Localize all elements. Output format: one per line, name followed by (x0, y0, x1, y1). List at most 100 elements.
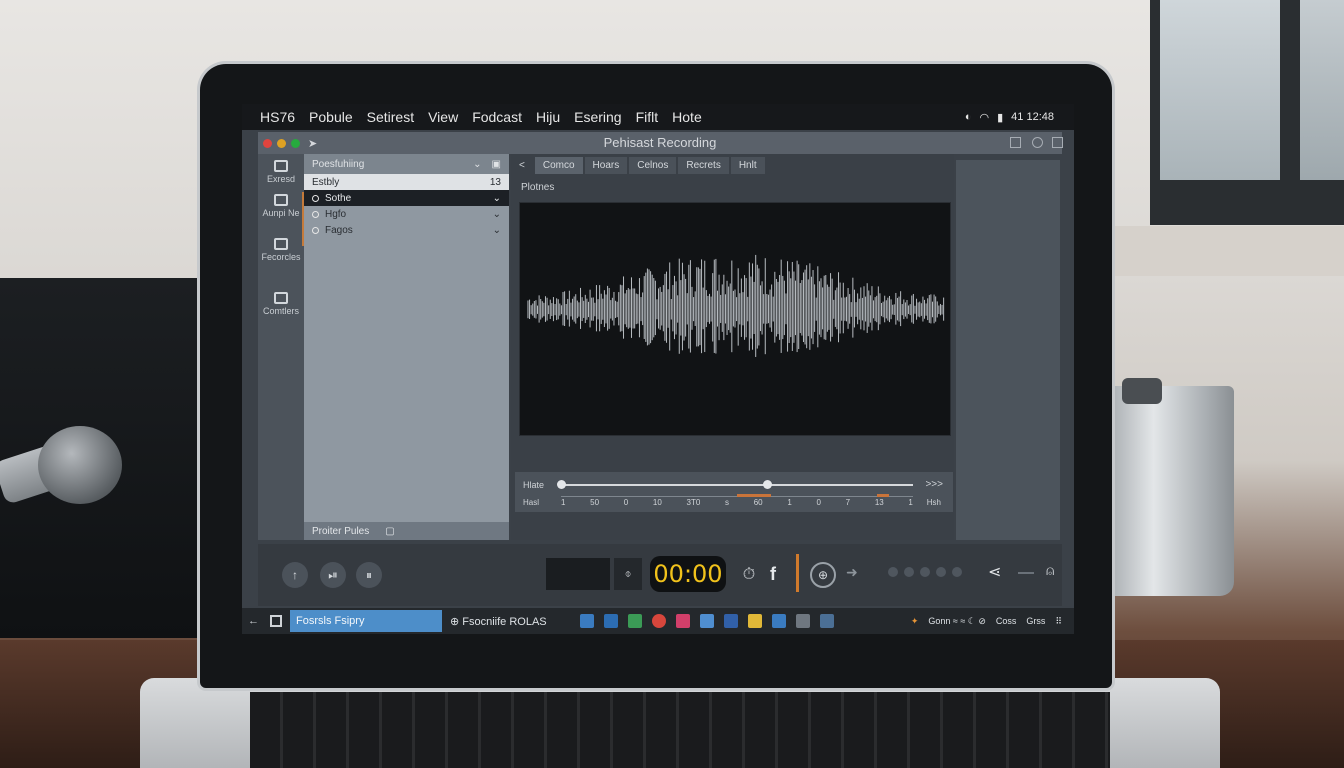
pause-icon[interactable]: ⏸ (356, 562, 382, 588)
nav-item-3[interactable]: Comtlers (258, 292, 304, 316)
list-item-selected[interactable]: Sothe ⌄ (304, 190, 509, 206)
page-dot[interactable] (904, 567, 914, 577)
tray-clock[interactable]: 41 12:48 (1011, 111, 1054, 124)
list-item-label: Sothe (325, 192, 352, 204)
menu-item-1[interactable]: Pobule (309, 109, 353, 125)
tab-1[interactable]: Hoars (584, 156, 628, 174)
record-indicator (796, 554, 799, 592)
page-dot[interactable] (888, 567, 898, 577)
menu-item-7[interactable]: Fiflt (636, 109, 659, 125)
ruler-tick: 1 (787, 498, 792, 507)
word-app-icon[interactable] (724, 614, 738, 628)
settings-icon[interactable] (1032, 137, 1043, 148)
pen-app-icon[interactable] (604, 614, 618, 628)
photos-app-icon[interactable] (628, 614, 642, 628)
tab-3[interactable]: Recrets (678, 156, 729, 174)
list-item[interactable]: Fagos ⌄ (304, 222, 509, 238)
files-app-icon[interactable] (748, 614, 762, 628)
menu-item-6[interactable]: Esering (574, 109, 621, 125)
tray-status[interactable]: Gonn ≈ ≈ ☾ ⊘ (928, 616, 986, 627)
waveform (527, 254, 945, 357)
menu-item-2[interactable]: Setirest (367, 109, 414, 125)
window-sill (1100, 226, 1344, 276)
record-arm-icon[interactable]: ⏯ (320, 562, 346, 588)
back-button[interactable]: < (519, 160, 525, 171)
start-icon[interactable] (270, 615, 282, 627)
fast-forward-icon[interactable]: >>> (925, 479, 943, 490)
browser-header: Poesfuhiing ⌄ ▣ (304, 154, 509, 174)
ruler-tick: s (725, 498, 730, 507)
microphone-head (38, 426, 122, 504)
tray-clock-b[interactable]: Grss (1026, 616, 1045, 627)
list-item-count: 13 (489, 176, 501, 188)
loop-icon[interactable]: ⌽ (614, 558, 642, 590)
marker-region[interactable] (877, 494, 889, 497)
up-arrow-icon[interactable]: ↑ (282, 562, 308, 588)
menu-item-5[interactable]: Hiju (536, 109, 560, 125)
taskbar-app[interactable]: ⊕ Fsocniife ROLAS (450, 615, 568, 628)
list-item[interactable]: Estbly 13 (304, 174, 509, 190)
arrow-right-icon[interactable]: ➜ (846, 564, 858, 581)
chevron-icon: ⌄ (492, 192, 501, 204)
menu-item-8[interactable]: Hote (672, 109, 702, 125)
tab-2[interactable]: Celnos (629, 156, 677, 174)
grid-app-icon[interactable] (772, 614, 786, 628)
tab-4[interactable]: Hnlt (730, 156, 765, 174)
notification-grid-icon[interactable]: ⠿ (1055, 616, 1062, 627)
window-restore-icon[interactable] (1010, 137, 1021, 148)
file-browser: Poesfuhiing ⌄ ▣ Estbly 13 Sothe ⌄ Hgfo ⌄… (304, 154, 509, 540)
nav-label: Aunpi Ne (262, 208, 300, 218)
page-dot[interactable] (952, 567, 962, 577)
split-icon[interactable]: ⊕ (810, 562, 836, 588)
window-expand-icon[interactable] (1052, 137, 1063, 148)
ruler-tick: 1 (908, 498, 913, 507)
page-dot[interactable] (936, 567, 946, 577)
tray-clock-a[interactable]: Coss (996, 616, 1017, 627)
battery-icon[interactable]: ▮ (997, 111, 1003, 124)
store-app-icon[interactable] (700, 614, 714, 628)
page-dot[interactable] (920, 567, 930, 577)
ruler-tick: 7 (845, 498, 851, 507)
taskbar-search[interactable]: Fosrsls Fsipry (290, 610, 442, 632)
browser-footer-label[interactable]: Proiter Pules (312, 526, 369, 537)
track-label: Plotnes (521, 182, 555, 193)
back-arrow-icon[interactable]: ← (248, 615, 259, 627)
mouse-icon[interactable]: ⍝ (1046, 562, 1054, 579)
playhead-handle[interactable] (763, 480, 772, 489)
nav-item-2[interactable]: Fecorcles (258, 238, 304, 262)
nav-item-0[interactable]: Exresd (258, 160, 304, 184)
waveform-display[interactable] (519, 202, 951, 436)
chevron-down-icon[interactable]: ⌄ (473, 159, 481, 170)
music-app-icon[interactable] (676, 614, 690, 628)
menu-item-view[interactable]: View (428, 109, 458, 125)
new-folder-icon[interactable]: ▣ (492, 159, 501, 170)
wifi-icon[interactable]: ◠ (980, 111, 990, 124)
ruler-left-label: Hasl (523, 498, 540, 507)
ruler-tick: 10 (652, 498, 662, 507)
scrub-start-handle[interactable] (557, 480, 566, 489)
notification-icon[interactable]: ◐ (965, 111, 972, 124)
chart-app-icon[interactable] (580, 614, 594, 628)
menu-bar: HS76 Pobule Setirest View Fodcast Hiju E… (242, 104, 1074, 130)
tool-app-icon[interactable] (796, 614, 810, 628)
nav-item-1[interactable]: Aunpi Ne (258, 194, 304, 218)
facebook-icon[interactable]: f (770, 564, 776, 585)
ruler-tick: 60 (753, 498, 763, 507)
nav-label: Exresd (266, 174, 295, 184)
marker-region[interactable] (737, 494, 771, 497)
browser-app-icon[interactable] (652, 614, 666, 628)
menu-item-4[interactable]: Fodcast (472, 109, 522, 125)
laptop-screen: HS76 Pobule Setirest View Fodcast Hiju E… (242, 104, 1074, 634)
alert-icon[interactable]: ✦ (911, 616, 919, 627)
tab-0[interactable]: Comco (534, 156, 583, 174)
browser-title: Poesfuhiing (312, 158, 365, 170)
timer-icon[interactable]: ⏱ (736, 562, 762, 588)
share-icon[interactable]: ⋖ (988, 562, 1001, 582)
list-item[interactable]: Hgfo ⌄ (304, 206, 509, 222)
folder-icon[interactable]: ▢ (385, 526, 394, 537)
inspector-panel (956, 160, 1060, 540)
scrub-track[interactable] (561, 484, 913, 486)
stats-app-icon[interactable] (820, 614, 834, 628)
menu-item-0[interactable]: HS76 (260, 109, 295, 125)
nav-label: Comtlers (262, 306, 299, 316)
